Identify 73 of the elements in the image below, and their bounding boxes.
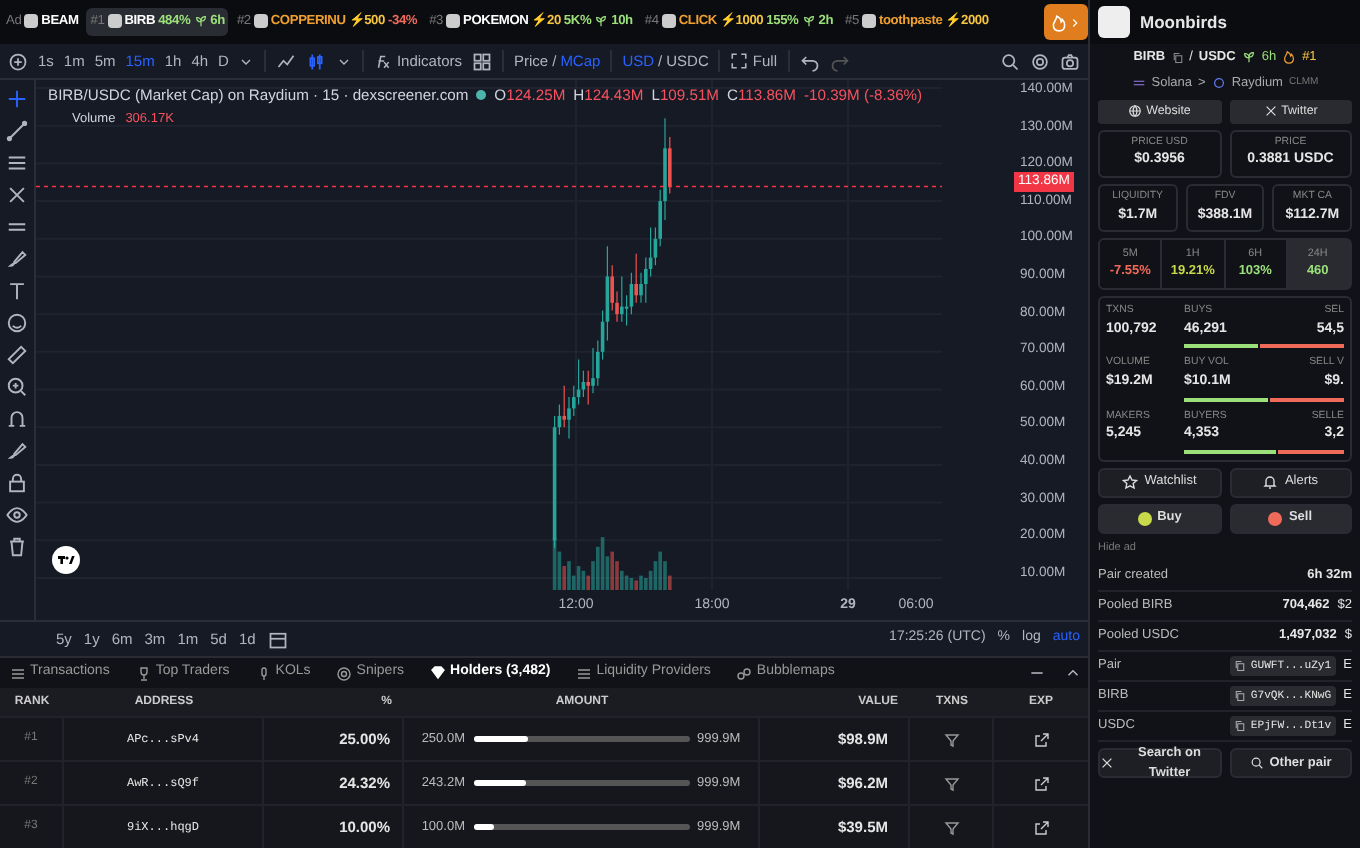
search-icon[interactable] [1000,51,1020,71]
dex-icon [1211,76,1226,91]
sell-ratio-bar [1259,344,1344,349]
magnet-icon[interactable] [6,408,28,430]
chart-logo-icon [52,546,80,574]
external-link-icon[interactable] [1033,819,1049,835]
camera-icon[interactable] [1060,51,1080,71]
text-icon[interactable] [6,280,28,302]
filter-icon[interactable] [943,819,959,835]
list-icon [576,665,593,681]
trash-icon[interactable] [6,536,28,558]
star-icon [1122,474,1139,491]
filter-icon[interactable] [943,731,959,747]
settings-icon[interactable] [1030,51,1050,71]
token-name: Moonbirds [1140,9,1227,35]
copy-icon [1171,51,1184,64]
sprout-icon [801,14,816,29]
token-logo-icon [253,14,268,29]
trending-button[interactable] [1044,4,1088,40]
fire-icon [1282,50,1297,65]
globe-icon [1128,104,1143,118]
add-icon[interactable] [8,51,28,71]
token-logo-icon [661,14,676,29]
eye-icon[interactable] [6,504,28,526]
sell-ratio-bar [1270,397,1344,402]
token-logo-icon [107,14,122,29]
line-chart-icon[interactable] [276,51,297,71]
microphone-icon [255,665,272,681]
trophy-icon [135,665,152,681]
x-logo-icon [1100,756,1114,771]
copy-icon [1234,690,1247,703]
token-logo-icon [861,14,876,29]
x-logo-icon [1263,104,1278,118]
horizontal-lines-icon[interactable] [6,152,28,174]
sprout-icon [193,14,208,29]
candlestick-icon[interactable] [306,51,327,71]
copy-icon [1234,720,1247,733]
sell-icon [1268,511,1283,526]
bubbles-icon [736,665,753,681]
undo-icon[interactable] [799,51,819,71]
zoom-in-icon[interactable] [6,376,28,398]
chevron-icon [1068,15,1082,29]
function-icon [374,52,393,70]
token-logo-icon [446,14,461,29]
ruler-icon[interactable] [6,344,28,366]
sell-ratio-bar [1277,449,1344,454]
external-link-icon[interactable] [1033,731,1049,747]
fire-icon [1050,13,1068,31]
cross-lines-icon[interactable] [6,184,28,206]
token-logo-icon [24,14,39,29]
filter-icon[interactable] [943,775,959,791]
smiley-icon[interactable] [6,312,28,334]
search-icon [1249,756,1264,771]
sprout-icon [1241,50,1256,65]
token-avatar-icon [1098,6,1130,38]
layout-icon[interactable] [472,51,492,71]
fullscreen-icon [730,52,749,70]
chain-icon [1131,76,1146,91]
date-range-icon[interactable] [267,629,288,649]
buy-icon [1137,511,1152,526]
trend-line-icon[interactable] [6,120,28,142]
brush-icon[interactable] [6,248,28,270]
target-icon [336,665,353,681]
crosshair-icon[interactable] [6,88,28,110]
bell-icon [1262,474,1279,491]
status-dot-icon [476,90,487,101]
copy-icon [1234,660,1247,673]
lock-icon[interactable] [6,472,28,494]
sprout-icon [594,14,609,29]
external-link-icon[interactable] [1033,775,1049,791]
pencil-icon[interactable] [6,440,28,462]
list-icon [10,665,26,681]
diamond-icon [430,664,447,680]
